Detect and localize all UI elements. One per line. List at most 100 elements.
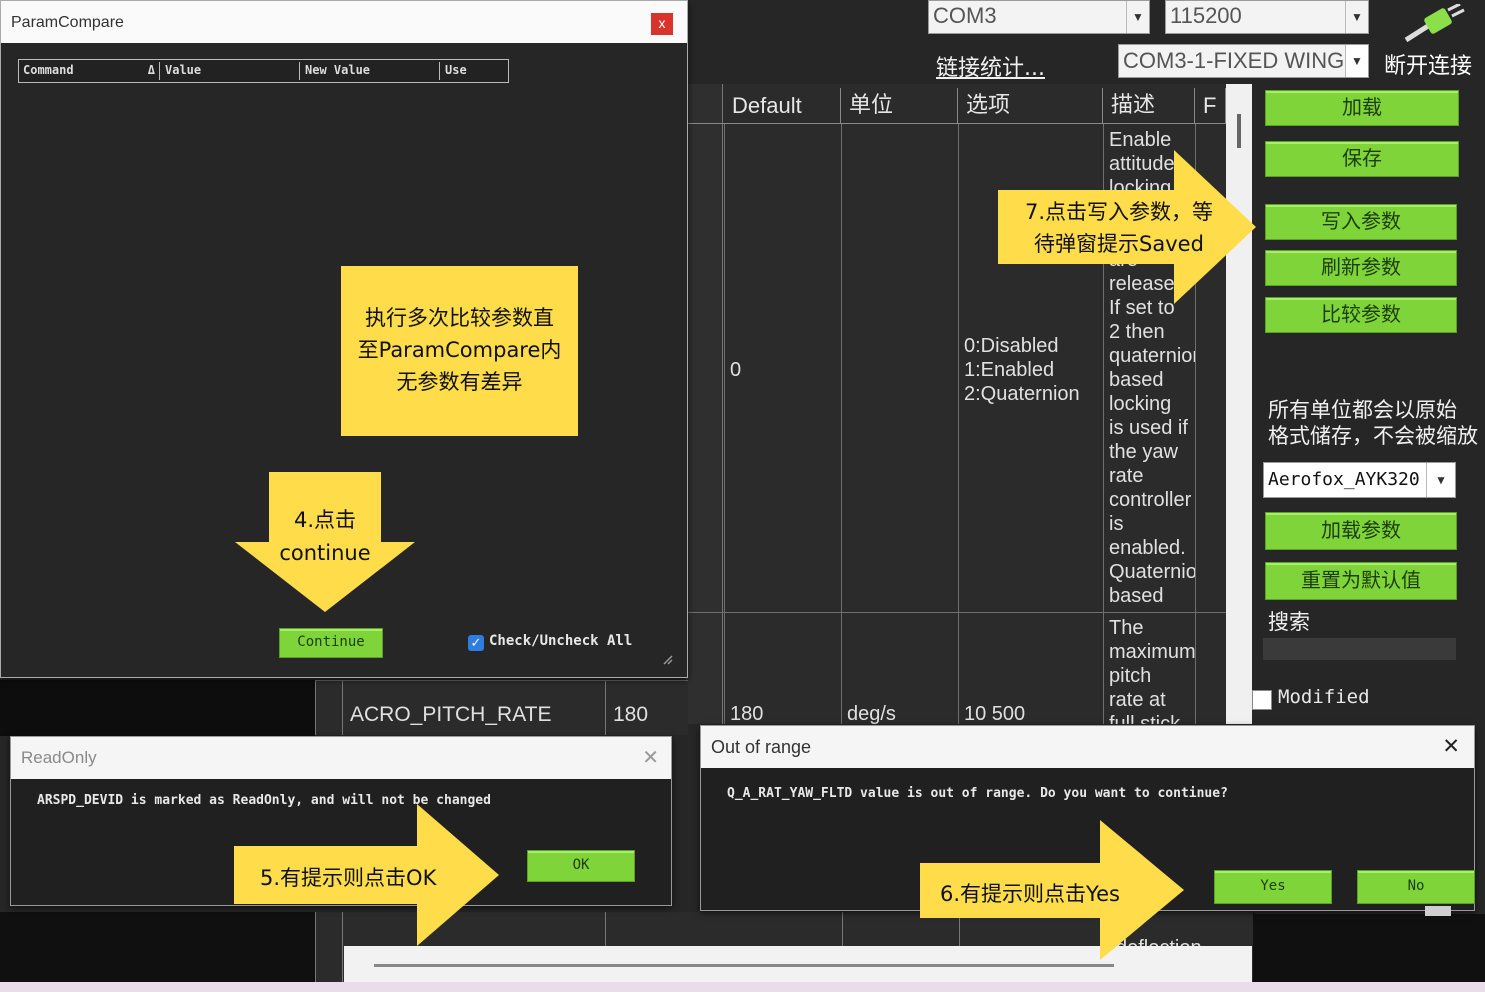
check-all-label: Check/Uncheck All: [489, 633, 633, 649]
col-divider: [958, 124, 959, 724]
ok-button[interactable]: OK: [527, 850, 635, 882]
callout-line: 7.点击写入参数，等: [1024, 200, 1214, 224]
desc-line: is used if: [1109, 417, 1188, 439]
sort-icon: Δ: [147, 63, 155, 77]
row1-default: 0: [730, 359, 742, 381]
col-header-value[interactable]: Value: [165, 63, 201, 77]
col-divider: [342, 681, 343, 735]
port-combo[interactable]: COM3 ▼: [928, 0, 1150, 34]
desc-line: based: [1109, 369, 1164, 391]
refresh-params-button[interactable]: 刷新参数: [1265, 250, 1457, 286]
check-all-checkbox[interactable]: ✓: [468, 635, 484, 651]
desc-line: maximum: [1109, 641, 1195, 663]
col-header-command[interactable]: Command Δ: [23, 63, 157, 77]
readonly-titlebar: ReadOnly: [11, 737, 671, 779]
disconnect-label: 断开连接: [1384, 54, 1473, 79]
checkmark-icon: ✓: [470, 635, 482, 650]
row2-unit: deg/s: [847, 703, 896, 725]
link-stats-link[interactable]: 链接统计...: [936, 50, 1045, 82]
save-button[interactable]: 保存: [1265, 141, 1459, 177]
range-message: Q_A_RAT_YAW_FLTD value is out of range. …: [727, 786, 1228, 801]
reset-default-button[interactable]: 重置为默认值: [1265, 562, 1457, 600]
callout-line: 至ParamCompare内: [357, 338, 562, 362]
col-divider: [159, 62, 160, 80]
desc-line: rate: [1109, 465, 1144, 487]
baud-value: 115200: [1170, 3, 1242, 28]
preset-combo[interactable]: Aerofox_AYK320 ▼: [1263, 462, 1456, 498]
row2-description: The maximum pitch rate at full stick: [1109, 616, 1195, 724]
compare-grid-header: Command Δ Value New Value Use: [18, 59, 509, 83]
desc-line: Quaternion: [1109, 561, 1195, 583]
close-icon: x: [658, 15, 666, 31]
desc-line: is: [1109, 513, 1124, 535]
callout-line: 无参数有差异: [396, 370, 523, 394]
callout-line: 待弹窗提示Saved: [1034, 232, 1204, 256]
range-close-button[interactable]: ✕: [1442, 734, 1460, 759]
desc-line: based: [1109, 585, 1164, 607]
row1-option-2: 2:Quaternion: [964, 383, 1080, 405]
row2-value: 180: [613, 703, 649, 726]
scrollbar-thumb[interactable]: [1237, 114, 1241, 148]
desc-line: The: [1109, 617, 1144, 639]
continue-button[interactable]: Continue: [279, 628, 383, 658]
desc-line: 2 then: [1109, 321, 1165, 343]
chevron-down-icon: ▼: [1345, 1, 1368, 33]
vehicle-value: COM3-1-FIXED WING: [1123, 48, 1345, 73]
callout-line: 4.点击: [293, 508, 357, 532]
baud-combo[interactable]: 115200 ▼: [1165, 0, 1369, 34]
col-divider: [605, 681, 606, 735]
resize-grip-icon: [663, 655, 673, 665]
no-button[interactable]: No: [1357, 870, 1475, 904]
col-header-f[interactable]: F: [1195, 88, 1226, 124]
desc-line: controller: [1109, 489, 1192, 511]
grid-left-edge: [686, 84, 723, 724]
col-header-description[interactable]: 描述: [1103, 88, 1195, 124]
chevron-down-icon: ▼: [1345, 45, 1368, 77]
hscroll-thumb[interactable]: [374, 964, 1114, 967]
preset-value: Aerofox_AYK320: [1268, 469, 1420, 490]
search-input[interactable]: [1263, 638, 1456, 660]
param-compare-title: ParamCompare: [11, 14, 124, 31]
units-note-line2: 格式储存，不会被缩放: [1268, 424, 1478, 448]
desc-line: full stick: [1109, 713, 1181, 724]
chevron-down-icon: ▼: [1426, 463, 1455, 497]
load-params-button[interactable]: 加载参数: [1265, 512, 1457, 550]
write-params-button[interactable]: 写入参数: [1265, 204, 1457, 240]
load-button[interactable]: 加载: [1265, 90, 1459, 126]
modified-checkbox[interactable]: [1252, 690, 1272, 710]
pink-footer: [0, 982, 1485, 992]
callout-line: 执行多次比较参数直: [365, 306, 554, 330]
col-header-default[interactable]: Default: [724, 88, 841, 124]
right-edge-fragment: [1425, 906, 1451, 916]
disconnect-button[interactable]: 断开连接: [1378, 0, 1485, 82]
desc-line: locking: [1109, 393, 1172, 415]
row1-option-1: 1:Enabled: [964, 359, 1055, 381]
step5-text: 5.有提示则点击OK: [260, 866, 437, 890]
compare-params-button[interactable]: 比较参数: [1265, 297, 1457, 333]
row-divider: [686, 612, 1226, 613]
row2-options: 10 500: [964, 703, 1026, 725]
desc-line: enabled.: [1109, 537, 1186, 559]
range-titlebar: Out of range: [701, 726, 1474, 768]
col-divider: [439, 62, 440, 80]
col-header-unit[interactable]: 单位: [841, 88, 958, 124]
plug-icon: [1404, 4, 1465, 43]
black-gutter: [0, 680, 315, 736]
desc-line: rate at: [1109, 689, 1166, 711]
yes-button[interactable]: Yes: [1214, 870, 1332, 904]
vehicle-combo[interactable]: COM3-1-FIXED WING ▼: [1118, 44, 1369, 78]
col-header-options[interactable]: 选项: [958, 88, 1103, 124]
modified-label: Modified: [1278, 686, 1370, 708]
desc-line: quaternion: [1109, 345, 1195, 367]
compare-note-callout: 执行多次比较参数直 至ParamCompare内 无参数有差异: [341, 266, 578, 436]
col-header-new-value[interactable]: New Value: [305, 63, 370, 77]
col-divider: [724, 124, 725, 724]
param-compare-close-button[interactable]: x: [651, 13, 673, 35]
callout-line: continue: [279, 541, 371, 565]
row2-default: 180: [730, 703, 764, 725]
desc-line: Enable: [1109, 129, 1172, 151]
desc-line: pitch: [1109, 665, 1152, 687]
col-header-use[interactable]: Use: [445, 63, 467, 77]
step6-text: 6.有提示则点击Yes: [940, 882, 1120, 906]
readonly-close-button[interactable]: ✕: [642, 745, 659, 770]
